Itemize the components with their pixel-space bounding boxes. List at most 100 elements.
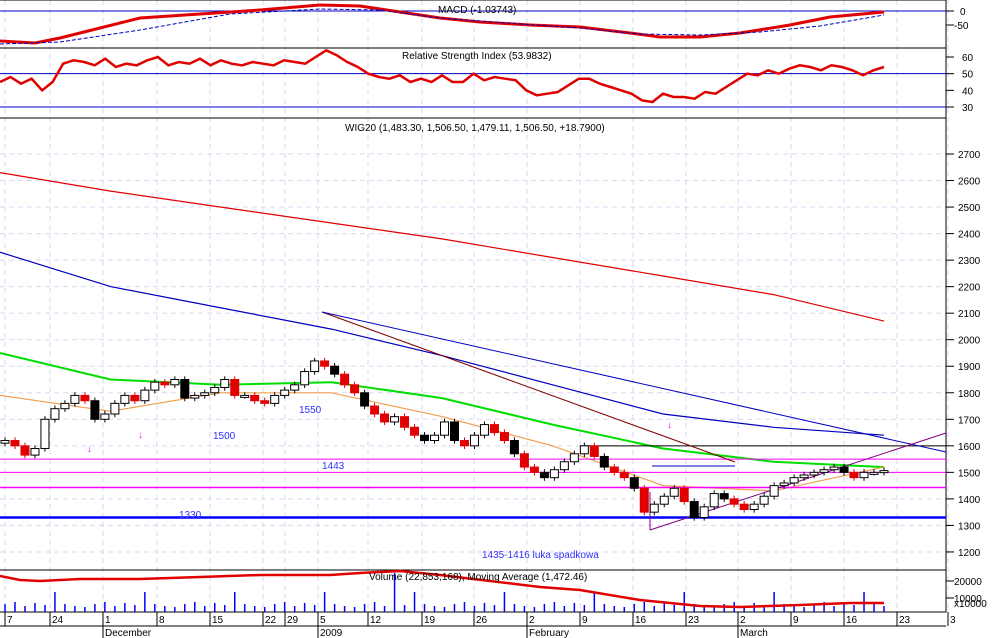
volume-tick-label: 20000 bbox=[954, 577, 982, 588]
candle-body bbox=[509, 440, 519, 455]
rsi-tick-label: 30 bbox=[962, 103, 974, 114]
candle-body bbox=[130, 394, 140, 402]
candle-body bbox=[160, 381, 170, 386]
candle-body bbox=[420, 434, 430, 442]
moving-average-line bbox=[0, 172, 885, 322]
candle-body bbox=[619, 471, 629, 479]
month-label: February bbox=[529, 628, 569, 638]
date-label: 7 bbox=[7, 615, 13, 626]
candle-body bbox=[659, 495, 669, 505]
candle-body bbox=[559, 461, 569, 471]
candle-body bbox=[649, 503, 659, 513]
candle-body bbox=[499, 432, 509, 442]
price-tick-label: 1200 bbox=[958, 548, 981, 559]
rsi-tick-label: 50 bbox=[962, 70, 974, 81]
date-label: 19 bbox=[424, 615, 436, 626]
price-tick-label: 2700 bbox=[958, 150, 981, 161]
candle-body bbox=[340, 373, 350, 386]
month-label: 2009 bbox=[320, 628, 343, 638]
candle-body bbox=[639, 487, 649, 513]
arrow-down-icon: ↓ bbox=[667, 420, 672, 431]
candle-body bbox=[779, 482, 789, 487]
candle-body bbox=[70, 394, 80, 404]
candle-body bbox=[120, 394, 130, 404]
price-tick-label: 1700 bbox=[958, 415, 981, 426]
candle-body bbox=[479, 424, 489, 436]
candle-body bbox=[819, 469, 829, 473]
candle-body bbox=[749, 503, 759, 511]
candle-body bbox=[839, 466, 849, 473]
gap-annotation: 1435-1416 luka spadkowa bbox=[482, 550, 599, 561]
rsi-tick-label: 40 bbox=[962, 86, 974, 97]
date-label: 22 bbox=[265, 615, 277, 626]
candle-body bbox=[459, 440, 469, 447]
arrow-down-icon: ↓ bbox=[138, 430, 143, 441]
price-title: WIG20 (1,483.30, 1,506.50, 1,479.11, 1,5… bbox=[345, 123, 605, 134]
candle-body bbox=[489, 424, 499, 434]
candle-body bbox=[400, 416, 410, 428]
candle-body bbox=[230, 379, 240, 396]
candle-body bbox=[310, 360, 320, 373]
date-label: 9 bbox=[582, 615, 588, 626]
level-label-1500: 1500 bbox=[213, 431, 236, 442]
date-label: 2 bbox=[529, 615, 535, 626]
date-label: 29 bbox=[287, 615, 299, 626]
price-tick-label: 2600 bbox=[958, 177, 981, 188]
stock-chart: 7 24 1 8 15 22 29 5 12 19 26 2 9 16 23 2 9 16 23 3 December 2… bbox=[0, 0, 994, 638]
price-tick-label: 1400 bbox=[958, 495, 981, 506]
candle-body bbox=[270, 394, 280, 404]
candle-body bbox=[170, 379, 180, 386]
rsi-title: Relative Strength Index (53.9832) bbox=[402, 51, 552, 62]
date-label: 23 bbox=[899, 615, 911, 626]
candle-body bbox=[260, 400, 270, 404]
date-label: 15 bbox=[212, 615, 224, 626]
price-tick-label: 2100 bbox=[958, 309, 981, 320]
moving-average-line bbox=[0, 352, 885, 469]
candle-body bbox=[180, 379, 190, 399]
candle-body bbox=[739, 503, 749, 511]
candle-body bbox=[250, 394, 260, 402]
candle-body bbox=[759, 495, 769, 505]
candle-body bbox=[789, 477, 799, 484]
candle-body bbox=[300, 371, 310, 386]
date-label: 16 bbox=[846, 615, 858, 626]
candle-body bbox=[0, 440, 10, 444]
price-tick-label: 2000 bbox=[958, 336, 981, 347]
price-tick-label: 2500 bbox=[958, 203, 981, 214]
price-tick-label: 1800 bbox=[958, 389, 981, 400]
candle-body bbox=[350, 384, 360, 394]
candle-body bbox=[709, 493, 719, 508]
price-tick-label: 1600 bbox=[958, 442, 981, 453]
candle-body bbox=[370, 405, 380, 415]
candle-body bbox=[90, 400, 100, 420]
candle-body bbox=[549, 469, 559, 479]
candle-body bbox=[410, 426, 420, 436]
candle-body bbox=[60, 402, 70, 410]
candle-body bbox=[629, 477, 639, 489]
macd-title: MACD (-1.03743) bbox=[438, 5, 516, 16]
level-label-1550: 1550 bbox=[299, 405, 322, 416]
candle-body bbox=[280, 389, 290, 396]
price-tick-label: 2200 bbox=[958, 283, 981, 294]
candle-body bbox=[569, 453, 579, 463]
candle-body bbox=[689, 501, 699, 518]
date-label: 2 bbox=[740, 615, 746, 626]
candle-body bbox=[519, 453, 529, 468]
chart-svg: 7 24 1 8 15 22 29 5 12 19 26 2 9 16 23 2 9 16 23 3December 2… bbox=[0, 0, 987, 638]
candle-body bbox=[859, 471, 869, 479]
moving-average-line bbox=[0, 392, 885, 492]
candle-body bbox=[320, 360, 330, 367]
date-label: 8 bbox=[159, 615, 165, 626]
date-label: 12 bbox=[370, 615, 382, 626]
candle-body bbox=[30, 447, 40, 456]
macd-tick-label: 0 bbox=[960, 7, 966, 18]
candle-body bbox=[809, 471, 819, 476]
candle-body bbox=[50, 408, 60, 420]
candle-body bbox=[849, 471, 859, 479]
date-label: 23 bbox=[688, 615, 700, 626]
candle-body bbox=[469, 434, 479, 447]
candle-body bbox=[669, 487, 679, 497]
candle-body bbox=[430, 434, 440, 442]
candle-body bbox=[769, 485, 779, 497]
candle-body bbox=[579, 445, 589, 455]
